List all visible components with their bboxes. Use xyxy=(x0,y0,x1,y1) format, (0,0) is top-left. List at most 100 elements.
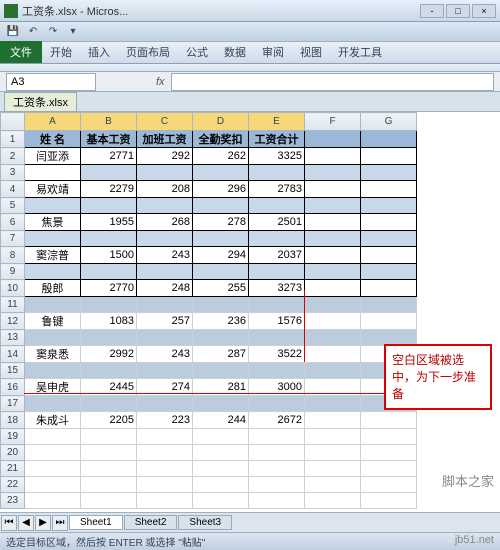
cell[interactable]: 窦淙普 xyxy=(25,247,81,264)
cell[interactable] xyxy=(193,198,249,214)
cell[interactable]: 鲁键 xyxy=(25,313,81,330)
cell[interactable] xyxy=(249,198,305,214)
cell[interactable] xyxy=(249,396,305,412)
cell[interactable] xyxy=(193,396,249,412)
col-header-E[interactable]: E xyxy=(249,113,305,131)
cell[interactable] xyxy=(25,330,81,346)
cell[interactable]: 1955 xyxy=(81,214,137,231)
cell[interactable] xyxy=(193,330,249,346)
fx-icon[interactable]: fx xyxy=(156,76,165,88)
row-header-4[interactable]: 4 xyxy=(1,181,25,198)
cell[interactable] xyxy=(193,363,249,379)
row-header-7[interactable]: 7 xyxy=(1,231,25,247)
cell[interactable]: 2672 xyxy=(249,412,305,429)
restore-button[interactable]: □ xyxy=(446,4,470,18)
redo-icon[interactable]: ↷ xyxy=(46,25,60,39)
header-cell[interactable]: 加班工资 xyxy=(137,131,193,148)
sheet-nav-prev[interactable]: ◀ xyxy=(18,515,34,531)
sheet-tab-1[interactable]: Sheet1 xyxy=(69,515,123,530)
col-header-B[interactable]: B xyxy=(81,113,137,131)
header-cell[interactable]: 基本工资 xyxy=(81,131,137,148)
cell[interactable] xyxy=(249,231,305,247)
row-header-2[interactable]: 2 xyxy=(1,148,25,165)
qat-more-icon[interactable]: ▾ xyxy=(66,25,80,39)
cell[interactable]: 268 xyxy=(137,214,193,231)
cell[interactable] xyxy=(137,165,193,181)
row-header-5[interactable]: 5 xyxy=(1,198,25,214)
cell[interactable] xyxy=(137,396,193,412)
cell[interactable] xyxy=(81,264,137,280)
row-header-23[interactable]: 23 xyxy=(1,493,25,509)
header-cell[interactable]: 工资合计 xyxy=(249,131,305,148)
close-button[interactable]: × xyxy=(472,4,496,18)
row-header-8[interactable]: 8 xyxy=(1,247,25,264)
cell[interactable] xyxy=(81,198,137,214)
cell[interactable]: 292 xyxy=(137,148,193,165)
sheet-tab-2[interactable]: Sheet2 xyxy=(124,515,178,530)
cell[interactable] xyxy=(81,231,137,247)
cell[interactable] xyxy=(137,264,193,280)
cell[interactable]: 1083 xyxy=(81,313,137,330)
cell[interactable]: 294 xyxy=(193,247,249,264)
tab-review[interactable]: 审阅 xyxy=(254,41,292,63)
cell[interactable]: 窦泉悉 xyxy=(25,346,81,363)
row-header-10[interactable]: 10 xyxy=(1,280,25,297)
cell[interactable]: 2770 xyxy=(81,280,137,297)
cell[interactable]: 243 xyxy=(137,247,193,264)
col-header-F[interactable]: F xyxy=(305,113,361,131)
cell[interactable] xyxy=(249,363,305,379)
workbook-tab[interactable]: 工资条.xlsx xyxy=(4,92,77,112)
cell[interactable] xyxy=(25,165,81,181)
cell[interactable]: 2279 xyxy=(81,181,137,198)
cell[interactable] xyxy=(137,198,193,214)
cell[interactable]: 255 xyxy=(193,280,249,297)
cell[interactable] xyxy=(81,297,137,313)
row-header-6[interactable]: 6 xyxy=(1,214,25,231)
sheet-nav-next[interactable]: ▶ xyxy=(35,515,51,531)
sheet-nav-last[interactable]: ⏭ xyxy=(52,515,68,531)
row-header-1[interactable]: 1 xyxy=(1,131,25,148)
row-header-21[interactable]: 21 xyxy=(1,461,25,477)
cell[interactable]: 焦景 xyxy=(25,214,81,231)
cell[interactable]: 闫亚添 xyxy=(25,148,81,165)
row-header-15[interactable]: 15 xyxy=(1,363,25,379)
cell[interactable]: 1576 xyxy=(249,313,305,330)
row-header-3[interactable]: 3 xyxy=(1,165,25,181)
worksheet-grid[interactable]: ABCDEFG1姓 名基本工资加班工资全勤奖扣工资合计2闫亚添277129226… xyxy=(0,112,500,512)
cell[interactable] xyxy=(249,297,305,313)
cell[interactable] xyxy=(81,396,137,412)
cell[interactable]: 287 xyxy=(193,346,249,363)
cell[interactable]: 248 xyxy=(137,280,193,297)
sheet-nav-first[interactable]: ⏮ xyxy=(1,515,17,531)
row-header-20[interactable]: 20 xyxy=(1,445,25,461)
cell[interactable] xyxy=(193,264,249,280)
cell[interactable] xyxy=(81,330,137,346)
header-cell[interactable]: 姓 名 xyxy=(25,131,81,148)
cell[interactable]: 2205 xyxy=(81,412,137,429)
cell[interactable] xyxy=(81,165,137,181)
cell[interactable] xyxy=(25,231,81,247)
row-header-19[interactable]: 19 xyxy=(1,429,25,445)
cell[interactable] xyxy=(25,198,81,214)
cell[interactable]: 257 xyxy=(137,313,193,330)
cell[interactable]: 1500 xyxy=(81,247,137,264)
col-header-G[interactable]: G xyxy=(361,113,417,131)
tab-data[interactable]: 数据 xyxy=(216,41,254,63)
cell[interactable] xyxy=(137,330,193,346)
cell[interactable] xyxy=(25,297,81,313)
formula-bar[interactable] xyxy=(171,73,494,91)
cell[interactable] xyxy=(193,165,249,181)
cell[interactable] xyxy=(193,231,249,247)
col-header-corner[interactable] xyxy=(1,113,25,131)
tab-formulas[interactable]: 公式 xyxy=(178,41,216,63)
col-header-C[interactable]: C xyxy=(137,113,193,131)
sheet-tab-3[interactable]: Sheet3 xyxy=(178,515,232,530)
row-header-9[interactable]: 9 xyxy=(1,264,25,280)
tab-home[interactable]: 开始 xyxy=(42,41,80,63)
header-cell[interactable]: 全勤奖扣 xyxy=(193,131,249,148)
col-header-A[interactable]: A xyxy=(25,113,81,131)
cell[interactable] xyxy=(137,231,193,247)
cell[interactable]: 236 xyxy=(193,313,249,330)
row-header-14[interactable]: 14 xyxy=(1,346,25,363)
cell[interactable]: 2992 xyxy=(81,346,137,363)
